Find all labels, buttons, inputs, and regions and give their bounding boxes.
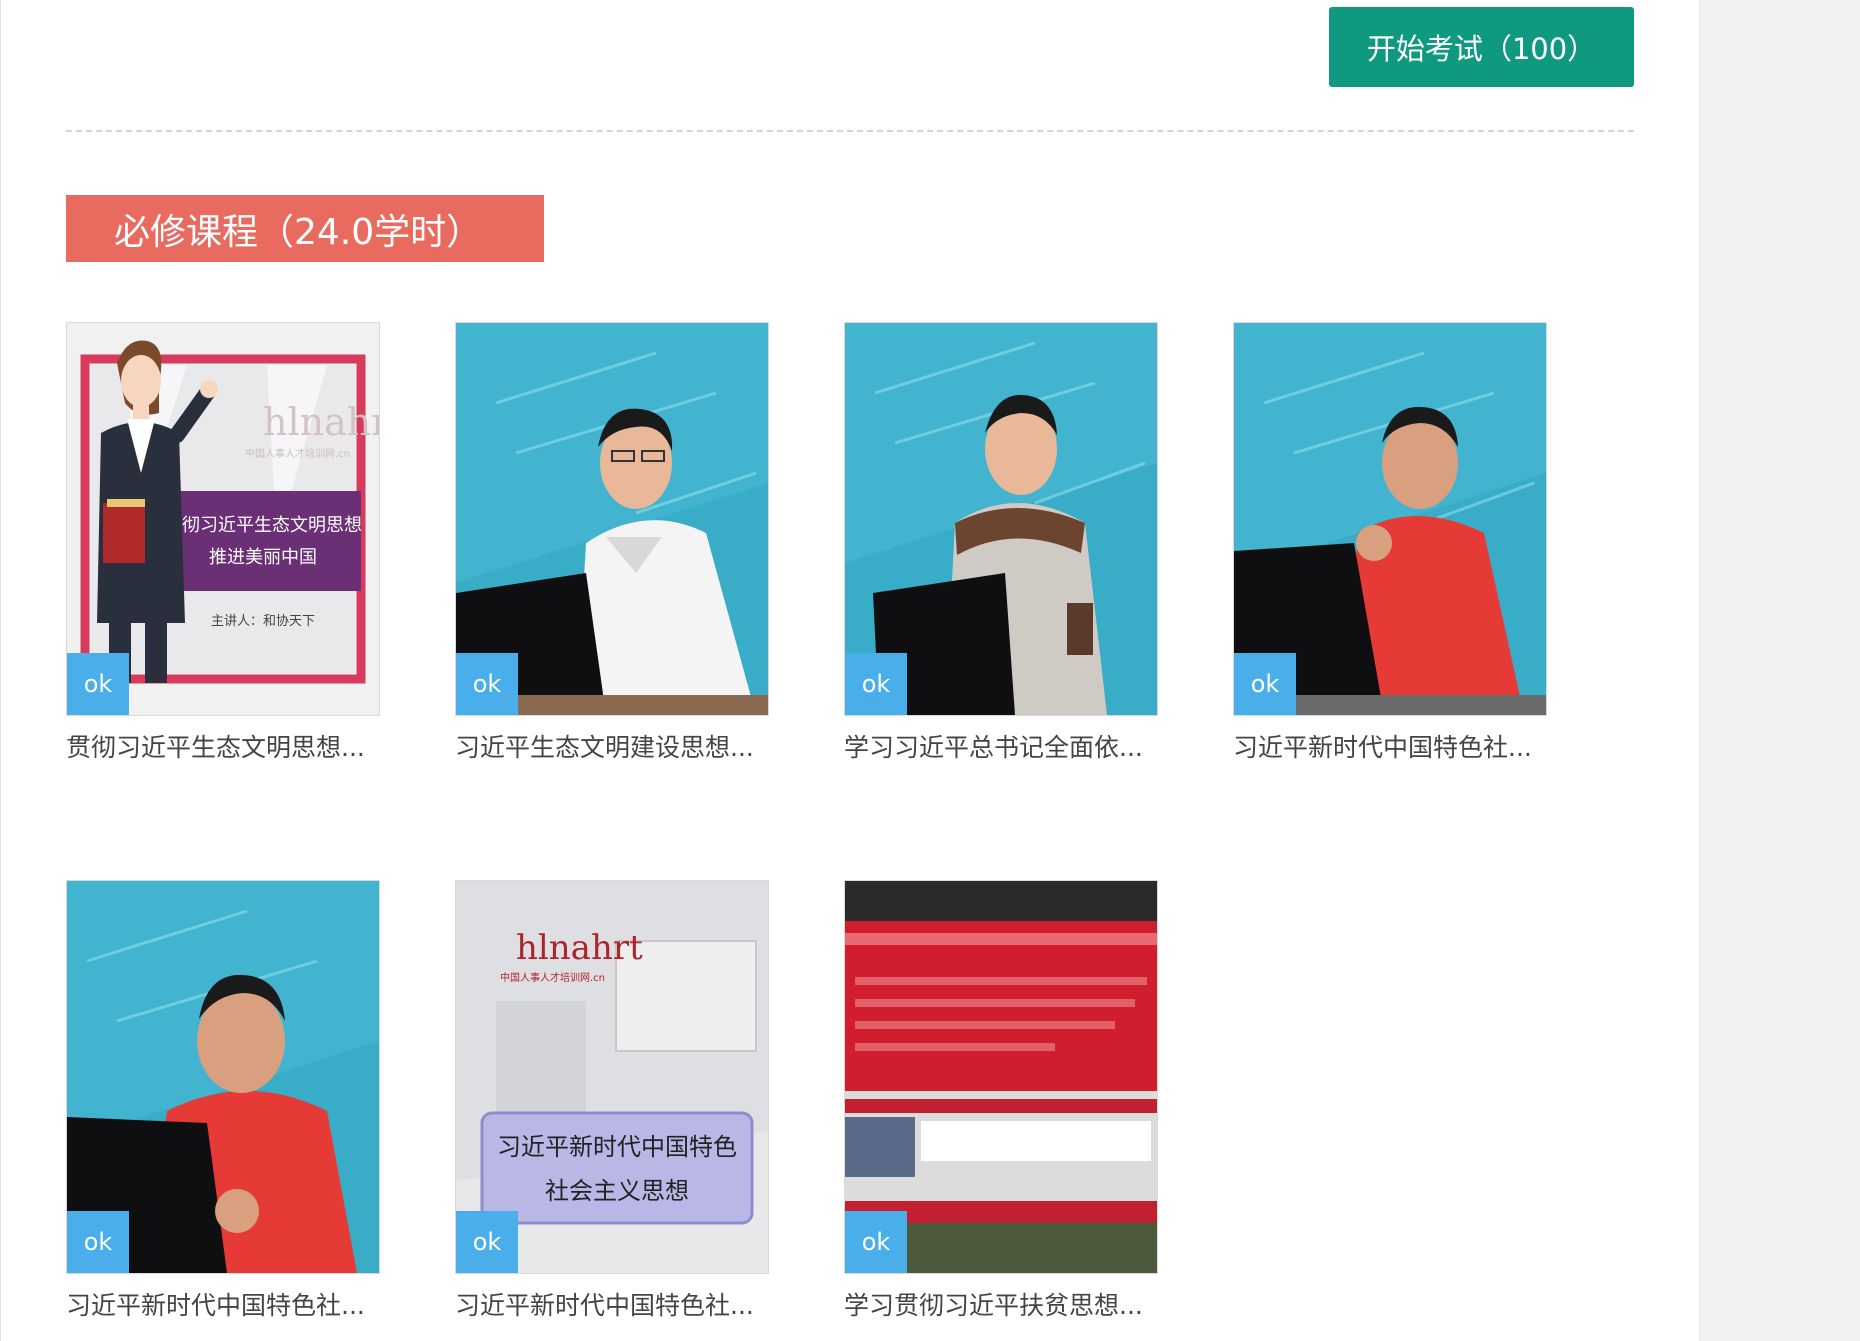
course-thumbnail[interactable]: ok [455, 322, 769, 716]
slide-line-1: 习近平新时代中国特色 [497, 1133, 737, 1161]
course-title[interactable]: 习近平新时代中国特色社... [1233, 728, 1547, 764]
course-title[interactable]: 学习贯彻习近平扶贫思想... [844, 1286, 1158, 1322]
course-card[interactable]: ok 学习贯彻习近平扶贫思想... [844, 880, 1158, 1322]
course-card[interactable]: hlnahrt 中国人事人才培训网.cn 贯彻习近平生态文明思想 推进美丽中国 … [66, 322, 380, 764]
slide-line-2: 社会主义思想 [545, 1177, 689, 1205]
start-exam-button[interactable]: 开始考试（100） [1329, 7, 1634, 87]
required-courses-heading: 必修课程（24.0学时） [66, 195, 544, 262]
logo-text: hlnahrt [263, 400, 379, 444]
course-thumbnail[interactable]: ok [844, 880, 1158, 1274]
course-card[interactable]: ok 习近平新时代中国特色社... [66, 880, 380, 1322]
course-card[interactable]: hlnahrt 中国人事人才培训网.cn 习近平新时代中国特色 社会主义思想 o… [455, 880, 769, 1322]
course-title[interactable]: 学习习近平总书记全面依... [844, 728, 1158, 764]
course-title[interactable]: 贯彻习近平生态文明思想... [66, 728, 380, 764]
completed-badge: ok [845, 653, 907, 715]
course-card[interactable]: ok 习近平新时代中国特色社... [1233, 322, 1547, 764]
course-thumbnail[interactable]: hlnahrt 中国人事人才培训网.cn 贯彻习近平生态文明思想 推进美丽中国 … [66, 322, 380, 716]
logo-text: hlnahrt [516, 928, 643, 968]
course-card[interactable]: ok 习近平生态文明建设思想... [455, 322, 769, 764]
slide-line-1: 贯彻习近平生态文明思想 [164, 515, 362, 536]
course-title[interactable]: 习近平新时代中国特色社... [455, 1286, 769, 1322]
course-title[interactable]: 习近平生态文明建设思想... [455, 728, 769, 764]
course-thumbnail[interactable]: ok [1233, 322, 1547, 716]
logo-subtext: 中国人事人才培训网.cn [500, 971, 605, 984]
completed-badge: ok [845, 1211, 907, 1273]
course-card[interactable]: ok 学习习近平总书记全面依... [844, 322, 1158, 764]
course-title[interactable]: 习近平新时代中国特色社... [66, 1286, 380, 1322]
completed-badge: ok [1234, 653, 1296, 715]
completed-badge: ok [67, 1211, 129, 1273]
course-thumbnail[interactable]: hlnahrt 中国人事人才培训网.cn 习近平新时代中国特色 社会主义思想 o… [455, 880, 769, 1274]
completed-badge: ok [67, 653, 129, 715]
dashed-divider [66, 130, 1634, 132]
right-gutter [1699, 0, 1860, 1341]
course-thumbnail[interactable]: ok [66, 880, 380, 1274]
slide-speaker: 主讲人：和协天下 [211, 614, 315, 629]
logo-subtext: 中国人事人才培训网.cn [245, 447, 350, 460]
course-thumbnail[interactable]: ok [844, 322, 1158, 716]
slide-line-2: 推进美丽中国 [209, 547, 317, 568]
page-left-border [0, 0, 1, 1341]
completed-badge: ok [456, 653, 518, 715]
completed-badge: ok [456, 1211, 518, 1273]
